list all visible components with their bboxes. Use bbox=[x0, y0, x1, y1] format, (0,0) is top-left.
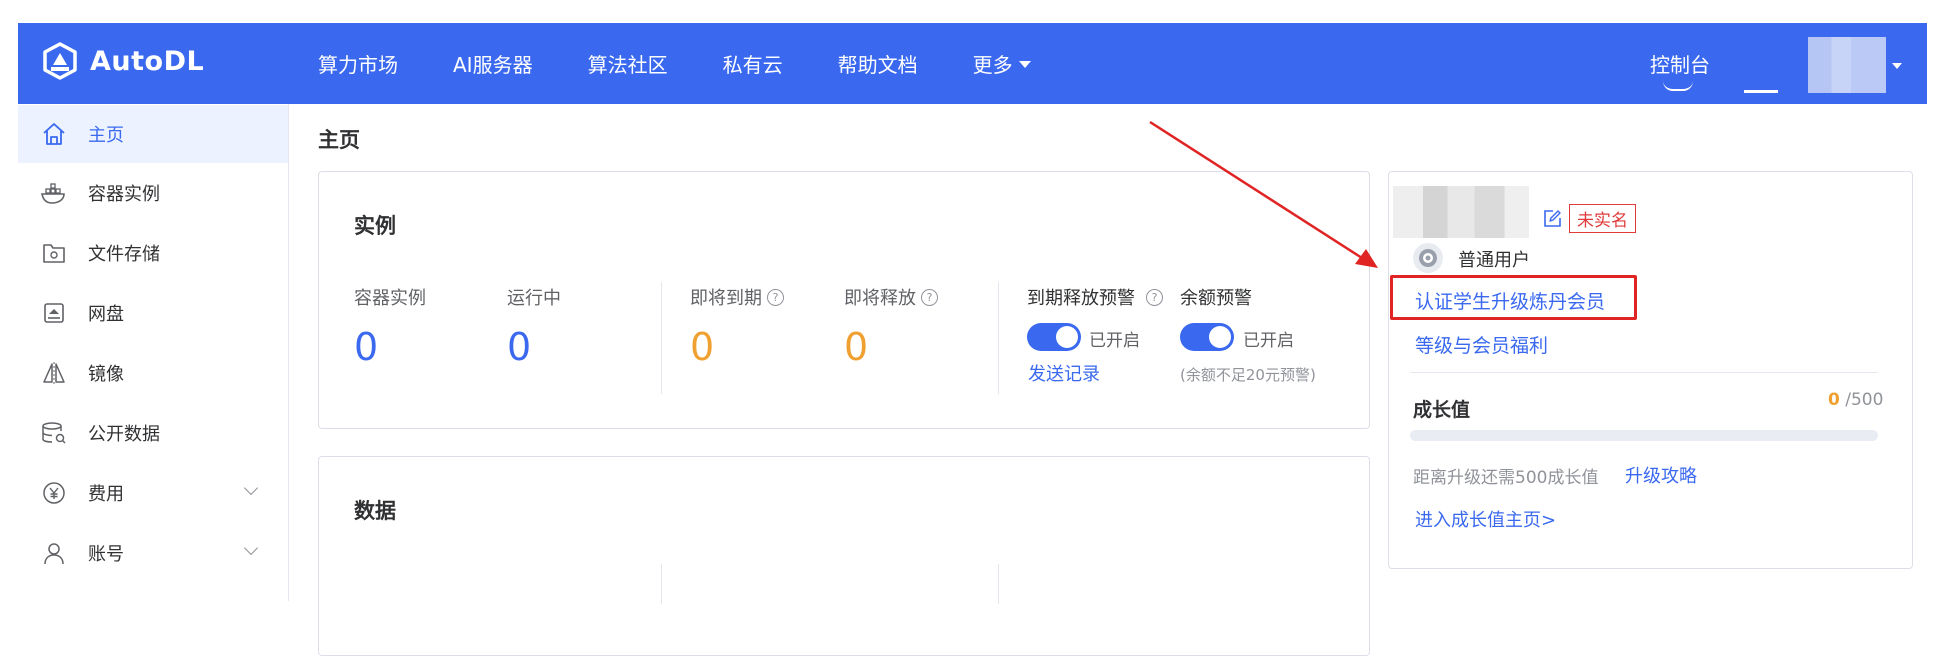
divider bbox=[1410, 372, 1878, 373]
growth-progress-bar bbox=[1410, 430, 1878, 441]
growth-home-link[interactable]: 进入成长值主页> bbox=[1415, 506, 1556, 532]
growth-counter: 0 /500 bbox=[1828, 390, 1883, 410]
upgrade-hint: 距离升级还需500成长值 bbox=[1413, 468, 1599, 488]
edit-icon[interactable] bbox=[1543, 209, 1562, 232]
realname-status-badge[interactable]: 未实名 bbox=[1569, 204, 1636, 233]
growth-label: 成长值 bbox=[1413, 399, 1471, 421]
student-verify-link[interactable]: 认证学生升级炼丹会员 bbox=[1415, 287, 1605, 314]
growth-current: 0 bbox=[1828, 390, 1840, 410]
user-level-icon bbox=[1413, 243, 1443, 273]
upgrade-guide-link[interactable]: 升级攻略 bbox=[1625, 462, 1697, 488]
growth-total: /500 bbox=[1845, 390, 1884, 410]
user-level-label: 普通用户 bbox=[1458, 250, 1530, 271]
username-blurred bbox=[1393, 186, 1529, 238]
member-benefits-link[interactable]: 等级与会员福利 bbox=[1415, 331, 1548, 358]
